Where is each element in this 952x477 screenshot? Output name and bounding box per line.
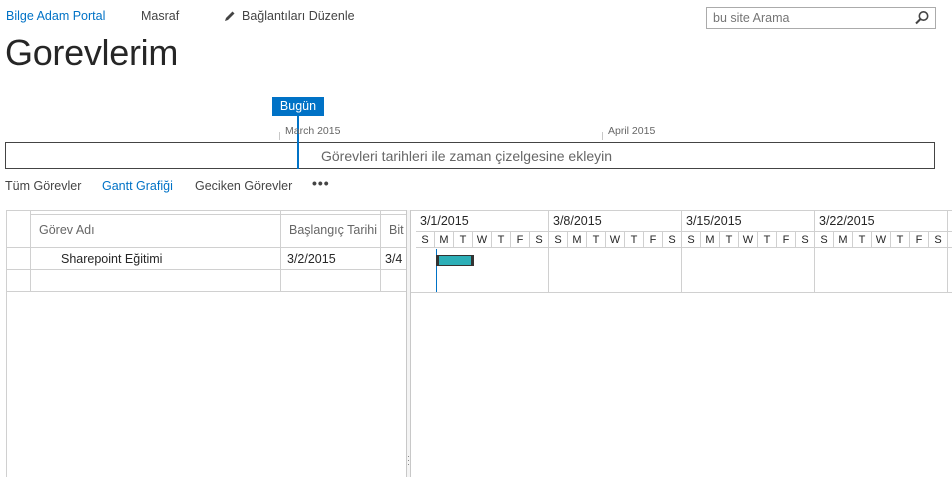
gantt-day-label: T <box>758 232 777 248</box>
search-icon[interactable] <box>914 10 930 26</box>
table-row[interactable]: Sharepoint Eğitimi 3/2/2015 3/4 <box>7 248 406 270</box>
nav-link-masraf[interactable]: Masraf <box>141 9 179 23</box>
gantt-day-label: W <box>473 232 492 248</box>
gantt-week: 3SMTWTFS <box>948 211 952 292</box>
gantt-day-label: W <box>739 232 758 248</box>
pencil-icon <box>225 11 235 21</box>
gantt-week: 3/8/2015 S M T W T F S <box>549 211 682 292</box>
gantt-day-label: T <box>492 232 511 248</box>
splitter-grip-icon[interactable]: · · · <box>407 452 410 469</box>
grid-header: Görev Adı Başlangıç Tarihi Bit <box>7 211 406 248</box>
gantt-day-label: T <box>587 232 606 248</box>
gantt-day-label: M <box>701 232 720 248</box>
gantt-day-label: M <box>568 232 587 248</box>
month-tick <box>279 132 280 140</box>
gantt-day-label: W <box>872 232 891 248</box>
gantt-day-label: S <box>929 232 948 248</box>
gantt-day-label: S <box>815 232 834 248</box>
gantt-day-label: T <box>891 232 910 248</box>
gantt-day-label: S <box>416 232 435 248</box>
gantt-day-row: SMTWTFS <box>815 231 948 248</box>
timeline-empty-text: Görevleri tarihleri ile zaman çizelgesin… <box>321 148 613 164</box>
gantt-day-label: S <box>796 232 815 248</box>
gantt-day-label: M <box>834 232 853 248</box>
task-end[interactable]: 3/4 <box>385 252 402 266</box>
column-header-end[interactable]: Bit <box>389 223 404 237</box>
gantt-week-label: 3/15/2015 <box>686 214 742 228</box>
nav-link-portal[interactable]: Bilge Adam Portal <box>6 9 105 23</box>
search-box[interactable] <box>706 7 936 29</box>
gantt-day-label: F <box>644 232 663 248</box>
gantt-day-label: F <box>910 232 929 248</box>
edit-links-label: Bağlantıları Düzenle <box>242 9 355 23</box>
gantt-day-label: S <box>663 232 682 248</box>
gantt-day-row: SMTWTFS <box>948 231 952 248</box>
gantt-week-label: 3/8/2015 <box>553 214 602 228</box>
more-views-button[interactable]: ••• <box>312 175 330 191</box>
gantt-day-label: F <box>777 232 796 248</box>
gantt-day-label: S <box>549 232 568 248</box>
timeline[interactable]: Görevleri tarihleri ile zaman çizelgesin… <box>5 142 935 169</box>
gantt-week: 3/15/2015 S M T W T F S <box>682 211 815 292</box>
gantt-week: 3/22/2015 S M T W T F S <box>815 211 948 292</box>
gantt-day-label: T <box>454 232 473 248</box>
view-gantt-chart[interactable]: Gantt Grafiği <box>102 179 173 193</box>
month-label-april: April 2015 <box>608 125 656 137</box>
gantt-day-label: M <box>435 232 454 248</box>
gantt-row-line <box>411 292 952 293</box>
gantt-day-row: SMTWTFS <box>682 231 815 248</box>
gantt-day-row: SMTWTFS <box>416 231 549 248</box>
today-line-inner <box>297 142 299 169</box>
gantt-day-label: T <box>625 232 644 248</box>
gantt-day-label: T <box>720 232 739 248</box>
view-all-tasks[interactable]: Tüm Görevler <box>5 179 81 193</box>
column-header-name[interactable]: Görev Adı <box>39 223 95 237</box>
month-tick <box>602 132 603 140</box>
table-row-new[interactable] <box>7 270 406 292</box>
gantt-day-label: F <box>511 232 530 248</box>
gantt-day-row: SMTWTFS <box>549 231 682 248</box>
gantt-day-label: W <box>606 232 625 248</box>
task-start[interactable]: 3/2/2015 <box>287 252 336 266</box>
gantt-day-label: S <box>948 232 952 248</box>
gantt-chart: 3/1/2015 S M T W T F S 3/8/2015 S M T W T F S 3/15/2015 S… <box>411 210 952 477</box>
page-title: Gorevlerim <box>5 32 179 73</box>
column-header-start[interactable]: Başlangıç Tarihi <box>289 223 377 237</box>
gantt-day-label: T <box>853 232 872 248</box>
task-name[interactable]: Sharepoint Eğitimi <box>61 252 162 266</box>
task-list-grid: Görev Adı Başlangıç Tarihi Bit Sharepoin… <box>6 210 406 477</box>
edit-links-button[interactable]: Bağlantıları Düzenle <box>224 9 355 23</box>
month-label-march: March 2015 <box>285 125 341 137</box>
gantt-day-label: S <box>682 232 701 248</box>
task-grid-area: Görev Adı Başlangıç Tarihi Bit Sharepoin… <box>6 210 952 477</box>
today-marker: Bugün <box>272 97 324 116</box>
gantt-day-label: S <box>530 232 549 248</box>
view-late-tasks[interactable]: Geciken Görevler <box>195 179 292 193</box>
search-input[interactable] <box>713 11 908 25</box>
gantt-week-label: 3/1/2015 <box>420 214 469 228</box>
gantt-week-label: 3/22/2015 <box>819 214 875 228</box>
gantt-task-bar[interactable] <box>436 255 474 266</box>
